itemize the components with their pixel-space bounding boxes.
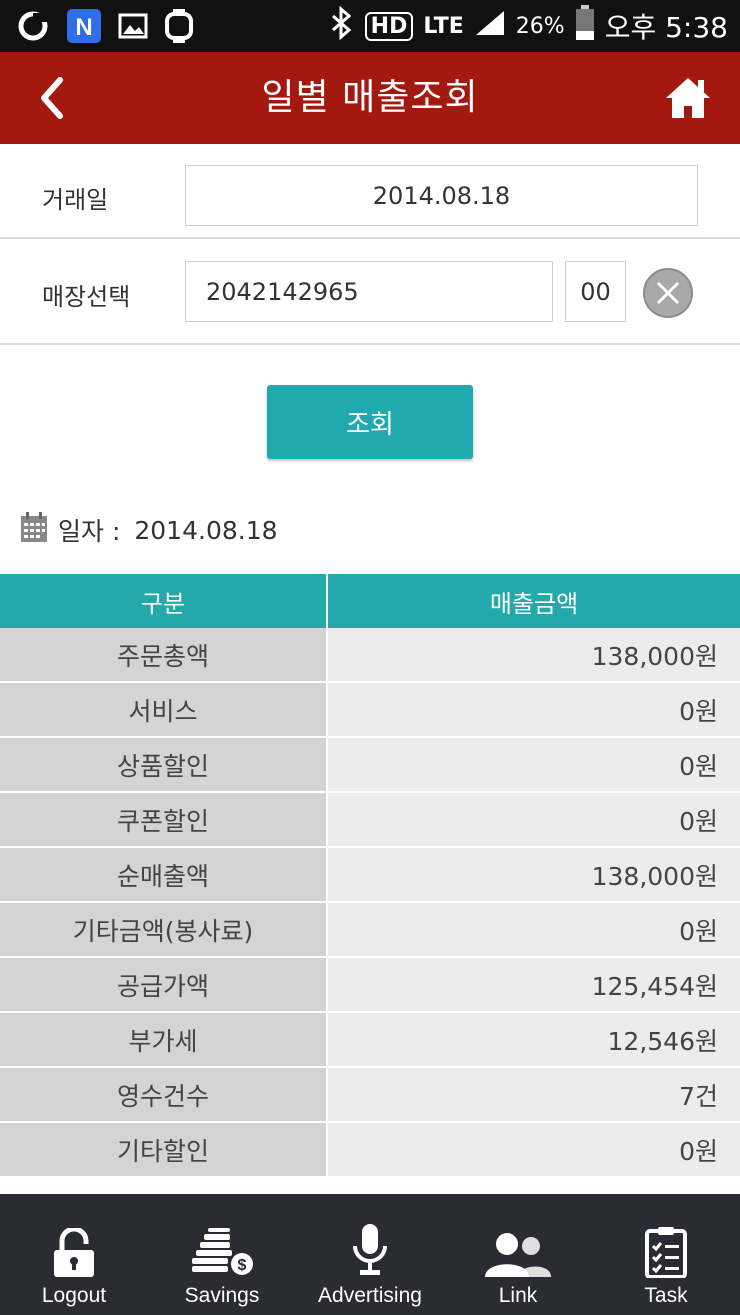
users-icon	[485, 1233, 551, 1277]
notification-app-icon	[16, 9, 50, 43]
trade-date-row: 거래일 2014.08.18	[0, 144, 740, 238]
bottom-tab-bar: Logout $ Savings Advertising Link Task	[0, 1194, 740, 1315]
row-value: 7건	[327, 1067, 740, 1123]
signal-icon	[474, 9, 506, 44]
tab-label: Advertising	[318, 1284, 422, 1307]
clipboard-check-icon	[645, 1227, 687, 1278]
date-label: 일자 :	[58, 517, 121, 546]
clear-button[interactable]	[642, 267, 694, 319]
table-row: 영수건수 7건	[0, 1067, 740, 1123]
tab-label: Logout	[41, 1284, 107, 1307]
coins-icon: $	[192, 1228, 253, 1275]
row-value: 138,000원	[327, 628, 740, 683]
store-label: 매장선택	[42, 283, 131, 311]
table-row: 순매출액 138,000원	[0, 847, 740, 903]
svg-text:$: $	[238, 1257, 247, 1274]
naver-icon: N	[66, 8, 102, 44]
row-label: 영수건수	[0, 1067, 328, 1123]
row-label: 기타금액(봉사료)	[0, 902, 328, 958]
table-row: 기타금액(봉사료) 0원	[0, 902, 740, 958]
table-row: 주문총액 138,000원	[0, 628, 740, 683]
clock: 오후 5:38	[604, 11, 728, 44]
table-row: 부가세 12,546원	[0, 1012, 740, 1068]
column-header-amount: 매출금액	[327, 574, 740, 628]
microphone-icon	[353, 1224, 387, 1275]
row-label: 서비스	[0, 682, 328, 738]
result-date: 일자 : 2014.08.18	[20, 510, 278, 550]
store-code-field[interactable]: 00	[565, 261, 626, 322]
row-value: 0원	[327, 792, 740, 848]
row-value: 0원	[327, 902, 740, 958]
hd-badge: HD	[364, 11, 414, 41]
network-type: LTE	[423, 13, 464, 39]
table-row: 서비스 0원	[0, 682, 740, 738]
date-value: 2014.08.18	[134, 515, 278, 545]
unlock-icon	[54, 1228, 94, 1277]
tab-label: Link	[498, 1284, 538, 1307]
sales-table: 구분 매출금액 주문총액 138,000원 서비스 0원 상품할인 0원 쿠폰할인 0원…	[0, 574, 740, 1178]
row-value: 0원	[327, 682, 740, 738]
tab-label: Savings	[184, 1284, 260, 1307]
table-row: 쿠폰할인 0원	[0, 792, 740, 848]
table-row: 공급가액 125,454원	[0, 957, 740, 1013]
row-value: 138,000원	[327, 847, 740, 903]
divider	[0, 343, 740, 345]
row-label: 부가세	[0, 1012, 328, 1068]
close-icon	[643, 268, 693, 318]
row-label: 상품할인	[0, 737, 328, 793]
tab-logout[interactable]: Logout	[0, 1194, 148, 1315]
query-button[interactable]: 조회	[267, 385, 473, 459]
battery-icon	[575, 4, 595, 48]
row-label: 공급가액	[0, 957, 328, 1013]
trade-date-field[interactable]: 2014.08.18	[185, 165, 698, 226]
row-value: 125,454원	[327, 957, 740, 1013]
bluetooth-icon	[329, 5, 355, 47]
tab-label: Task	[644, 1284, 688, 1307]
row-value: 0원	[327, 1122, 740, 1178]
tab-advertising[interactable]: Advertising	[296, 1194, 444, 1315]
trade-date-label: 거래일	[42, 186, 109, 214]
home-icon	[666, 78, 710, 118]
store-row: 매장선택 2042142965 00	[0, 239, 740, 343]
row-label: 주문총액	[0, 628, 328, 683]
home-button[interactable]	[664, 74, 712, 122]
svg-text:N: N	[75, 14, 92, 41]
row-label: 쿠폰할인	[0, 792, 328, 848]
tab-savings[interactable]: $ Savings	[148, 1194, 296, 1315]
row-label: 기타할인	[0, 1122, 328, 1178]
calendar-icon	[20, 511, 48, 549]
gallery-icon	[118, 13, 148, 39]
watch-icon	[164, 9, 194, 43]
battery-percent: 26%	[515, 13, 565, 39]
page-title: 일별 매출조회	[261, 77, 479, 118]
app-header: 일별 매출조회	[0, 52, 740, 144]
tab-link[interactable]: Link	[444, 1194, 592, 1315]
table-row: 상품할인 0원	[0, 737, 740, 793]
row-label: 순매출액	[0, 847, 328, 903]
status-bar: N HD LTE 26% 오후 5:38	[0, 0, 740, 52]
row-value: 12,546원	[327, 1012, 740, 1068]
store-number-field[interactable]: 2042142965	[185, 261, 553, 322]
column-header-category: 구분	[0, 574, 328, 628]
row-value: 0원	[327, 737, 740, 793]
table-row: 기타할인 0원	[0, 1122, 740, 1178]
tab-task[interactable]: Task	[592, 1194, 740, 1315]
table-header: 구분 매출금액	[0, 574, 740, 628]
